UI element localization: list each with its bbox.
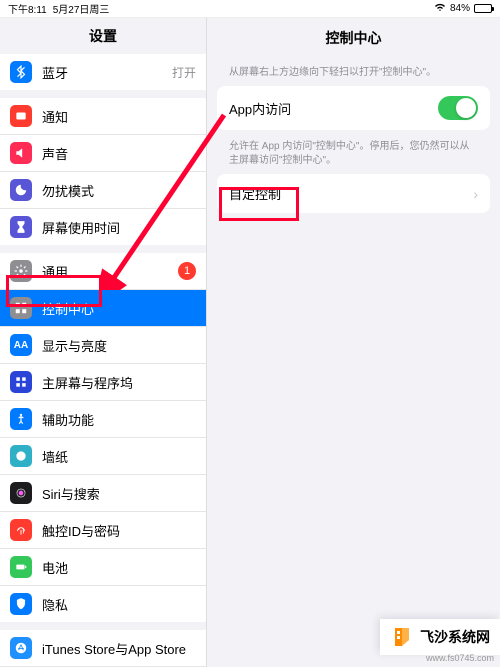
- sidebar-item-label: 控制中心: [42, 299, 196, 318]
- site-logo-overlay: 飞沙系统网: [380, 619, 500, 655]
- hourglass-icon: [10, 216, 32, 238]
- sidebar-item-label: 通知: [42, 107, 196, 126]
- gear-icon: [10, 260, 32, 282]
- customize-label: 自定控制: [229, 184, 281, 203]
- watermark: www.fs0745.com: [426, 653, 494, 663]
- sidebar-item-label: 蓝牙: [42, 63, 172, 82]
- sidebar-item-label: 墙纸: [42, 447, 196, 466]
- sidebar-item-hourglass[interactable]: 屏幕使用时间: [0, 209, 206, 245]
- sidebar-item-wallpaper[interactable]: 墙纸: [0, 438, 206, 475]
- sound-icon: [10, 142, 32, 164]
- content-hint-1: 从屏幕右上方边缘向下轻扫以打开"控制中心"。: [217, 60, 490, 86]
- privacy-icon: [10, 593, 32, 615]
- sidebar-item-value: 打开: [172, 64, 196, 81]
- status-date: 5月27日周三: [53, 1, 110, 16]
- display-icon: AA: [10, 334, 32, 356]
- sidebar-item-bluetooth[interactable]: 蓝牙打开: [0, 54, 206, 90]
- sidebar-item-label: 触控ID与密码: [42, 521, 196, 540]
- app-access-toggle[interactable]: [438, 96, 478, 120]
- sidebar-item-siri[interactable]: Siri与搜索: [0, 475, 206, 512]
- status-bar: 下午8:11 5月27日周三 84%: [0, 0, 500, 18]
- moon-icon: [10, 179, 32, 201]
- sidebar-item-label: 勿扰模式: [42, 181, 196, 200]
- sidebar-item-notify[interactable]: 通知: [0, 98, 206, 135]
- sidebar-item-display[interactable]: AA 显示与亮度: [0, 327, 206, 364]
- sidebar-item-moon[interactable]: 勿扰模式: [0, 172, 206, 209]
- app-access-label: App内访问: [229, 99, 291, 118]
- home-icon: [10, 371, 32, 393]
- sidebar-item-label: 显示与亮度: [42, 336, 196, 355]
- content-title: 控制中心: [217, 18, 490, 60]
- sidebar-item-sound[interactable]: 声音: [0, 135, 206, 172]
- content-pane: 控制中心 从屏幕右上方边缘向下轻扫以打开"控制中心"。 App内访问 允许在 A…: [207, 18, 500, 667]
- sidebar-item-label: 隐私: [42, 595, 196, 614]
- settings-sidebar[interactable]: 设置 蓝牙打开通知声音勿扰模式屏幕使用时间通用1控制中心AA显示与亮度主屏幕与程…: [0, 18, 207, 667]
- notification-badge: 1: [178, 262, 196, 280]
- notify-icon: [10, 105, 32, 127]
- appstore-icon: [10, 637, 32, 659]
- customize-controls-row[interactable]: 自定控制 ›: [217, 174, 490, 213]
- chevron-right-icon: ›: [473, 186, 478, 202]
- logo-icon: [390, 625, 414, 649]
- sidebar-title: 设置: [0, 18, 206, 54]
- site-name: 飞沙系统网: [420, 627, 490, 647]
- sidebar-item-control[interactable]: 控制中心: [0, 290, 206, 327]
- sidebar-item-gear[interactable]: 通用1: [0, 253, 206, 290]
- status-time: 下午8:11: [8, 1, 47, 16]
- sidebar-item-label: 声音: [42, 144, 196, 163]
- sidebar-item-touchid[interactable]: 触控ID与密码: [0, 512, 206, 549]
- bluetooth-icon: [10, 61, 32, 83]
- sidebar-item-label: 电池: [42, 558, 196, 577]
- sidebar-item-privacy[interactable]: 隐私: [0, 586, 206, 622]
- wallpaper-icon: [10, 445, 32, 467]
- sidebar-item-label: 通用: [42, 262, 178, 281]
- content-hint-2: 允许在 App 内访问"控制中心"。停用后，您仍然可以从主屏幕访问"控制中心"。: [217, 134, 490, 174]
- sidebar-item-label: 辅助功能: [42, 410, 196, 429]
- access-icon: [10, 408, 32, 430]
- sidebar-item-label: Siri与搜索: [42, 484, 196, 503]
- battery-pct: 84%: [450, 3, 470, 14]
- wifi-icon: [434, 2, 446, 15]
- sidebar-item-label: iTunes Store与App Store: [42, 639, 196, 658]
- sidebar-item-label: 主屏幕与程序坞: [42, 373, 196, 392]
- touchid-icon: [10, 519, 32, 541]
- sidebar-item-appstore[interactable]: iTunes Store与App Store: [0, 630, 206, 667]
- sidebar-item-access[interactable]: 辅助功能: [0, 401, 206, 438]
- siri-icon: [10, 482, 32, 504]
- control-icon: [10, 297, 32, 319]
- app-access-row[interactable]: App内访问: [217, 86, 490, 130]
- sidebar-item-home[interactable]: 主屏幕与程序坞: [0, 364, 206, 401]
- sidebar-item-battery[interactable]: 电池: [0, 549, 206, 586]
- battery-icon: [10, 556, 32, 578]
- battery-icon: [474, 4, 492, 13]
- sidebar-item-label: 屏幕使用时间: [42, 218, 196, 237]
